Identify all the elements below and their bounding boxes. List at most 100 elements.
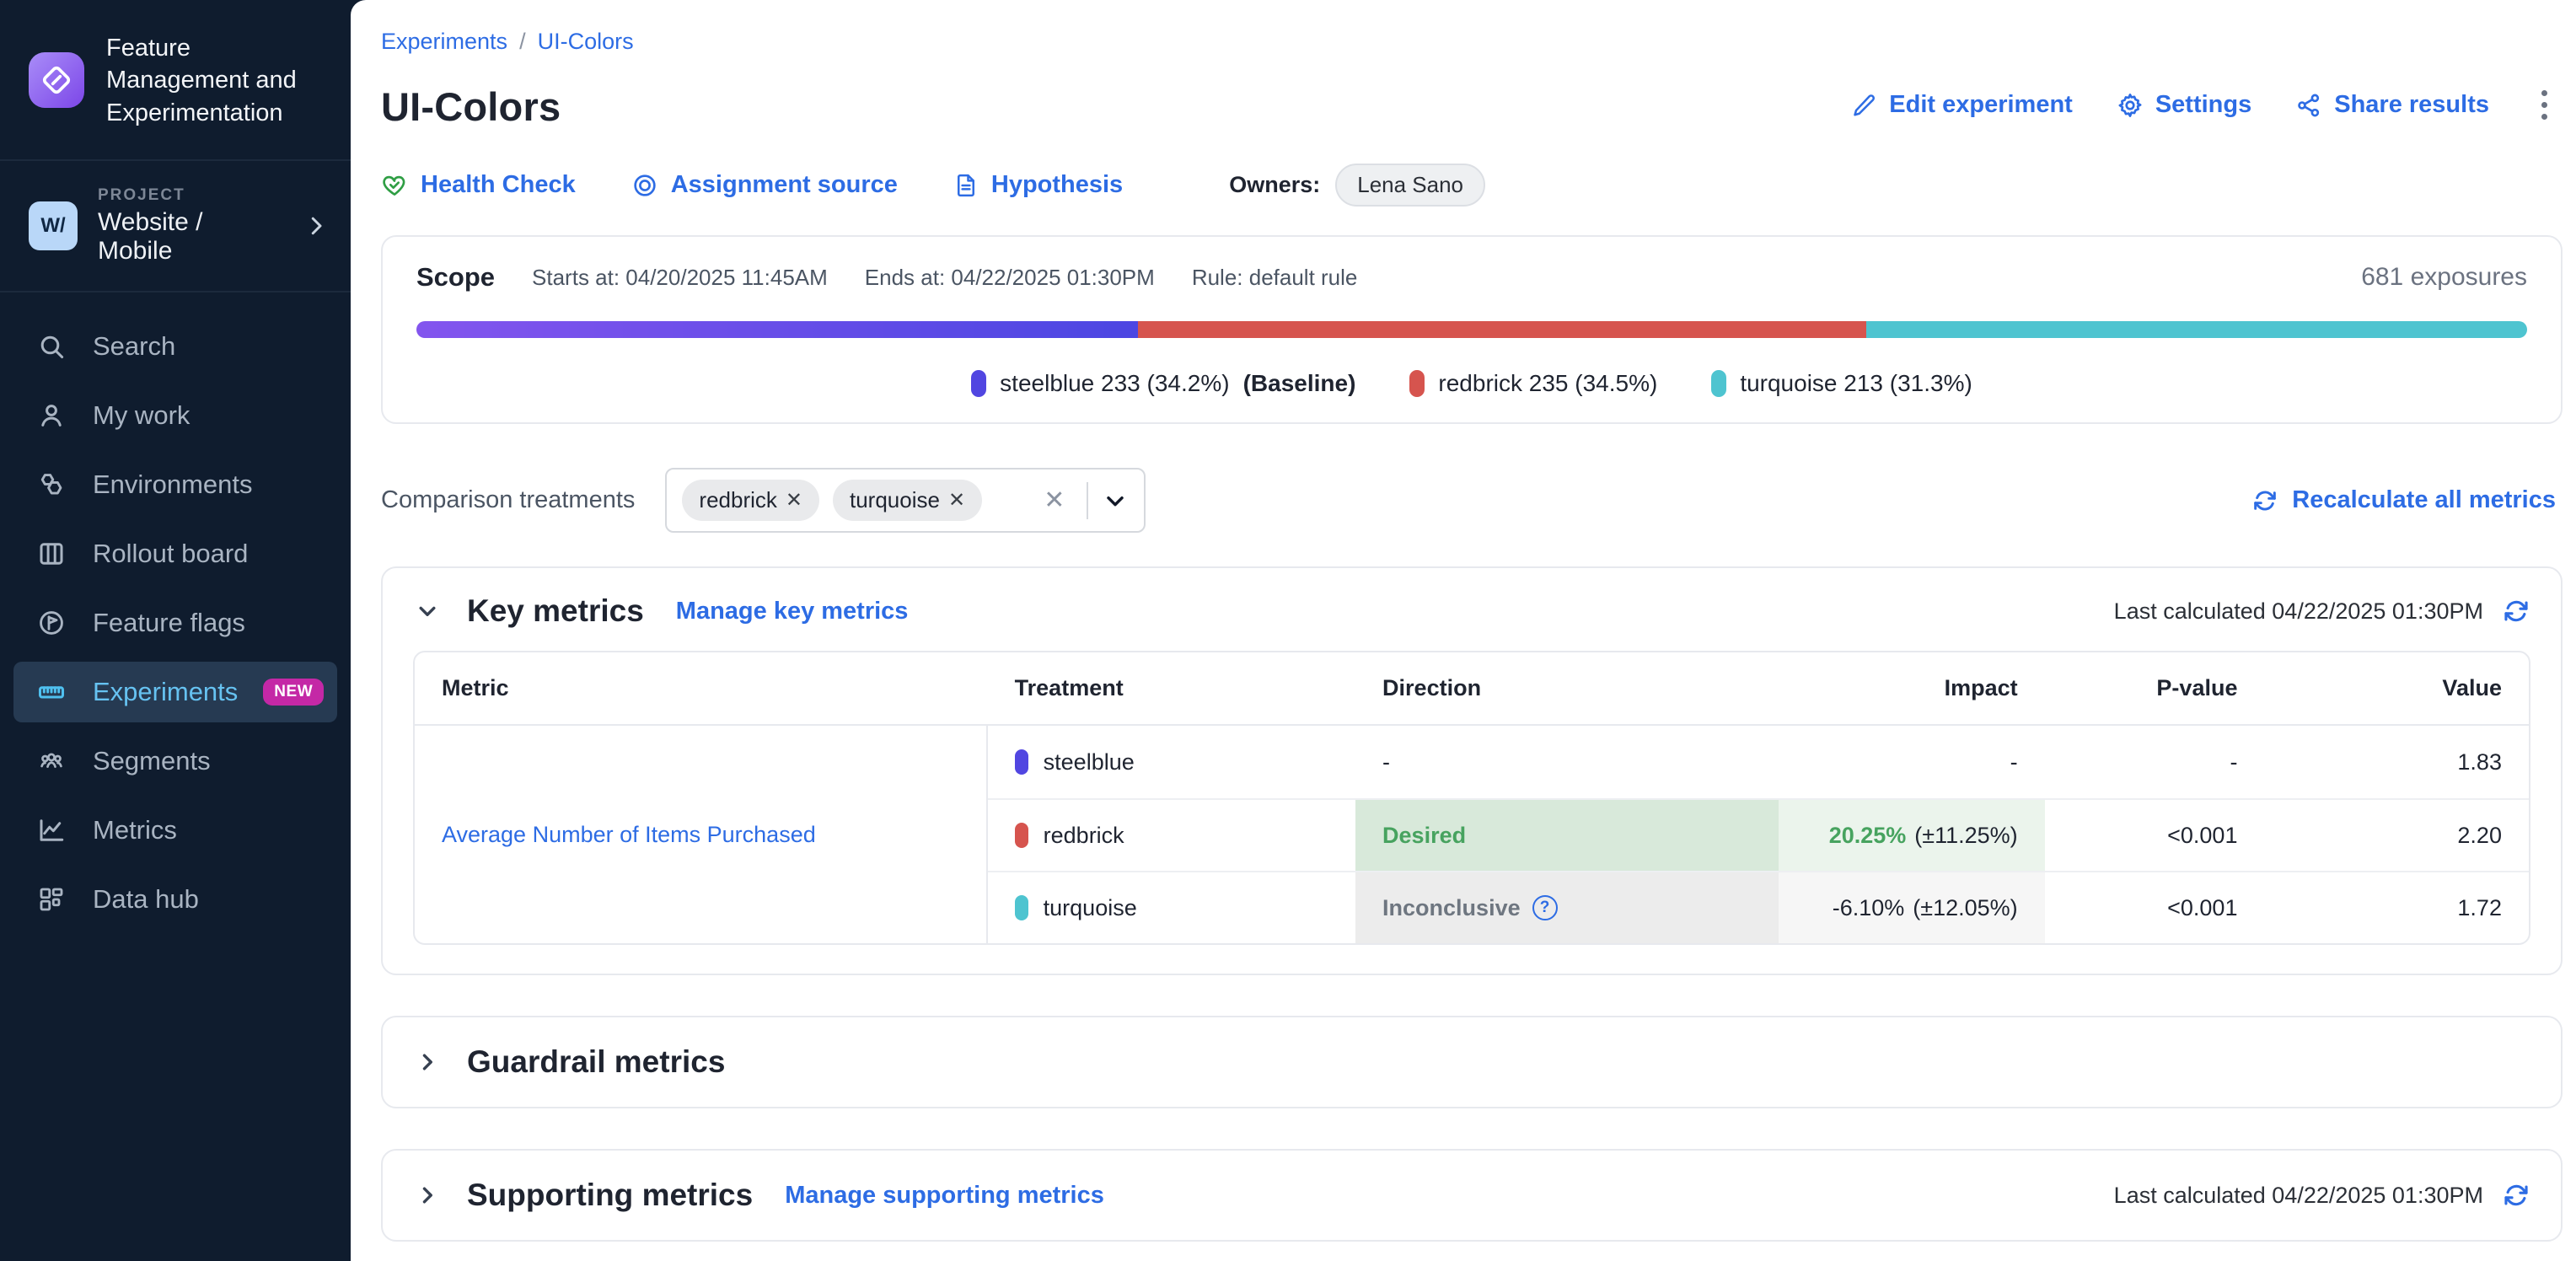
redbrick-swatch bbox=[1015, 823, 1028, 848]
refresh-icon[interactable] bbox=[2502, 1181, 2530, 1210]
remove-chip-icon[interactable]: ✕ bbox=[948, 488, 965, 512]
breadcrumb-link-experiments[interactable]: Experiments bbox=[381, 29, 507, 55]
chevron-right-icon bbox=[303, 213, 329, 239]
hexagons-icon bbox=[35, 469, 67, 501]
ruler-icon bbox=[35, 676, 67, 708]
scope-title: Scope bbox=[416, 262, 495, 292]
sidebar-item-metrics[interactable]: Metrics bbox=[13, 800, 337, 861]
share-results-button[interactable]: Share results bbox=[2295, 91, 2489, 119]
impact-cell: -6.10% (±12.05%) bbox=[1779, 871, 2045, 943]
chevron-down-icon[interactable] bbox=[1102, 487, 1129, 514]
project-switcher[interactable]: W/ PROJECT Website / Mobile bbox=[0, 161, 351, 291]
impact-cell: 20.25% (±11.25%) bbox=[1779, 798, 2045, 871]
page-title: UI-Colors bbox=[381, 83, 561, 130]
project-name: Website / Mobile bbox=[98, 208, 283, 266]
line-chart-icon bbox=[35, 814, 67, 846]
comparison-label: Comparison treatments bbox=[381, 486, 635, 514]
manage-key-metrics-link[interactable]: Manage key metrics bbox=[676, 598, 909, 625]
distribution-segment-turquoise bbox=[1866, 321, 2527, 338]
clear-selection-icon[interactable]: ✕ bbox=[1035, 486, 1073, 515]
guardrail-metrics-title: Guardrail metrics bbox=[467, 1044, 725, 1080]
share-icon bbox=[2295, 92, 2322, 119]
refresh-icon bbox=[2251, 487, 2278, 514]
key-metrics-title: Key metrics bbox=[467, 593, 644, 629]
question-circle-icon[interactable]: ? bbox=[1532, 895, 1558, 920]
recalculate-all-metrics-button[interactable]: Recalculate all metrics bbox=[2251, 486, 2556, 514]
scope-rule: Rule: default rule bbox=[1192, 265, 1358, 291]
last-calculated-text: Last calculated 04/22/2025 01:30PM bbox=[2114, 1183, 2483, 1209]
hypothesis-link[interactable]: Hypothesis bbox=[953, 171, 1123, 199]
metric-cell: Average Number of Items Purchased bbox=[415, 726, 988, 943]
value-cell: 1.72 bbox=[2264, 871, 2529, 943]
direction-cell: - bbox=[1355, 726, 1779, 798]
key-metrics-section: Key metrics Manage key metrics Last calc… bbox=[381, 566, 2563, 975]
comparison-treatments-select[interactable]: redbrick ✕ turquoise ✕ ✕ bbox=[665, 468, 1146, 533]
breadcrumb-current[interactable]: UI-Colors bbox=[538, 29, 634, 55]
value-cell: 2.20 bbox=[2264, 798, 2529, 871]
assignment-source-link[interactable]: Assignment source bbox=[631, 171, 898, 199]
direction-cell-inconclusive: Inconclusive ? bbox=[1355, 871, 1779, 943]
select-divider bbox=[1087, 482, 1088, 519]
impact-cell: - bbox=[1779, 726, 2045, 798]
sidebar-item-feature-flags[interactable]: Feature flags bbox=[13, 593, 337, 653]
collapse-section-chevron-down-icon[interactable] bbox=[413, 597, 442, 625]
turquoise-swatch bbox=[1015, 895, 1028, 920]
settings-button[interactable]: Settings bbox=[2117, 91, 2251, 119]
manage-supporting-metrics-link[interactable]: Manage supporting metrics bbox=[785, 1182, 1104, 1210]
treatment-chip-turquoise[interactable]: turquoise ✕ bbox=[833, 480, 982, 521]
p-value-cell: <0.001 bbox=[2045, 798, 2265, 871]
col-direction: Direction bbox=[1355, 652, 1779, 724]
sidebar-item-experiments[interactable]: Experiments NEW bbox=[13, 662, 337, 722]
more-options-kebab-icon[interactable] bbox=[2533, 85, 2556, 125]
refresh-icon[interactable] bbox=[2502, 597, 2530, 625]
board-columns-icon bbox=[35, 538, 67, 570]
sidebar-item-rollout-board[interactable]: Rollout board bbox=[13, 523, 337, 584]
health-check-link[interactable]: Health Check bbox=[381, 171, 576, 199]
owners-label: Owners: bbox=[1229, 172, 1320, 198]
sidebar-item-my-work[interactable]: My work bbox=[13, 385, 337, 446]
edit-experiment-button[interactable]: Edit experiment bbox=[1852, 91, 2073, 119]
exposures-count: 681 exposures bbox=[2361, 263, 2527, 292]
remove-chip-icon[interactable]: ✕ bbox=[786, 488, 802, 512]
legend-item-redbrick: redbrick 235 (34.5%) bbox=[1409, 370, 1657, 397]
p-value-cell: - bbox=[2045, 726, 2265, 798]
sidebar-item-search[interactable]: Search bbox=[13, 316, 337, 377]
distribution-legend: steelblue 233 (34.2%) (Baseline) redbric… bbox=[416, 370, 2527, 397]
col-p-value: P-value bbox=[2045, 652, 2265, 724]
metric-link[interactable]: Average Number of Items Purchased bbox=[442, 822, 816, 848]
value-cell: 1.83 bbox=[2264, 726, 2529, 798]
redbrick-swatch bbox=[1409, 370, 1425, 397]
treatment-distribution-bar bbox=[416, 321, 2527, 338]
flag-circle-icon bbox=[35, 607, 67, 639]
comparison-row: Comparison treatments redbrick ✕ turquoi… bbox=[381, 468, 2563, 533]
breadcrumb: Experiments / UI-Colors bbox=[381, 25, 2563, 55]
search-icon bbox=[35, 330, 67, 362]
sidebar-item-segments[interactable]: Segments bbox=[13, 731, 337, 791]
sidebar-item-data-hub[interactable]: Data hub bbox=[13, 869, 337, 930]
owner-pill[interactable]: Lena Sano bbox=[1335, 164, 1485, 207]
app-title: Feature Management and Experimentation bbox=[106, 32, 325, 129]
scope-card: Scope Starts at: 04/20/2025 11:45AM Ends… bbox=[381, 235, 2563, 424]
header-actions: Edit experiment Settings Share results bbox=[1852, 85, 2556, 130]
data-hub-grid-icon bbox=[35, 883, 67, 915]
treatment-chip-redbrick[interactable]: redbrick ✕ bbox=[682, 480, 819, 521]
scope-ends-at: Ends at: 04/22/2025 01:30PM bbox=[865, 265, 1155, 291]
steelblue-swatch bbox=[1015, 749, 1028, 775]
app-shell: Feature Management and Experimentation W… bbox=[0, 0, 2576, 1261]
direction-cell-desired: Desired bbox=[1355, 798, 1779, 871]
expand-section-chevron-right-icon[interactable] bbox=[413, 1048, 442, 1076]
col-impact: Impact bbox=[1779, 652, 2045, 724]
app-logo: Feature Management and Experimentation bbox=[0, 0, 351, 159]
breadcrumb-separator: / bbox=[519, 29, 526, 55]
sidebar-item-environments[interactable]: Environments bbox=[13, 454, 337, 515]
expand-section-chevron-right-icon[interactable] bbox=[413, 1181, 442, 1210]
p-value-cell: <0.001 bbox=[2045, 871, 2265, 943]
distribution-segment-redbrick bbox=[1138, 321, 1866, 338]
project-eyebrow: PROJECT bbox=[98, 186, 283, 205]
legend-item-turquoise: turquoise 213 (31.3%) bbox=[1711, 370, 1972, 397]
target-icon bbox=[631, 172, 658, 199]
steelblue-swatch bbox=[971, 370, 986, 397]
heart-check-icon bbox=[381, 172, 408, 199]
legend-item-steelblue: steelblue 233 (34.2%) (Baseline) bbox=[971, 370, 1355, 397]
treatment-cell-redbrick: redbrick bbox=[988, 798, 1355, 871]
